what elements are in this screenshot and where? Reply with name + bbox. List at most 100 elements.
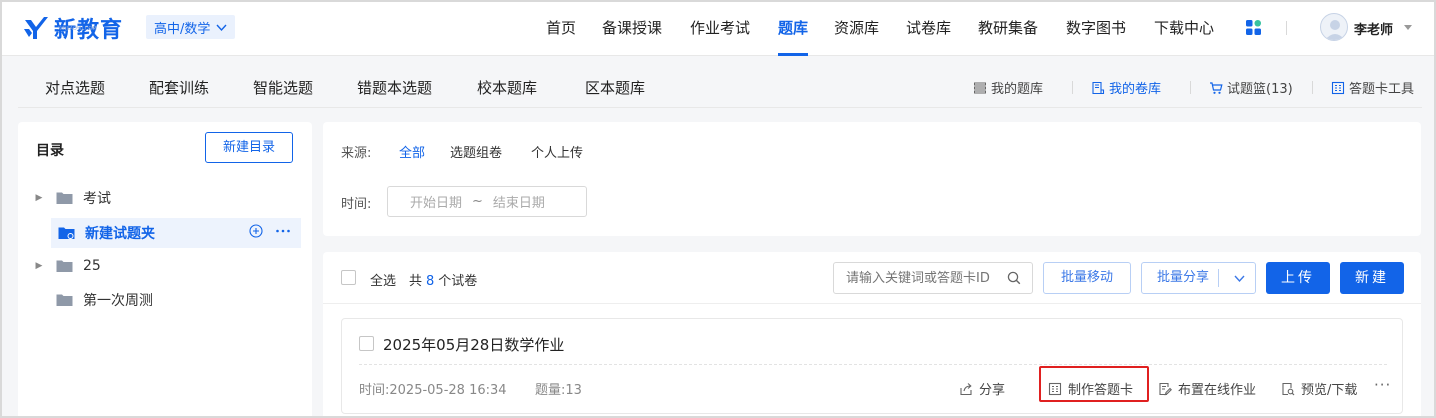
nav-download-center[interactable]: 下载中心 (1154, 0, 1214, 56)
list-toolbar: 全选 共8个试卷 批量移动 批量分享 上传 新建 (323, 252, 1421, 304)
tool-divider (1312, 81, 1313, 94)
paper-count: 共 8 个试卷 (409, 270, 477, 289)
tree-item-25[interactable]: ▶ 25 (30, 251, 300, 281)
tool-question-basket-label: 试题篮(13) (1227, 82, 1293, 97)
paper-time-value: 2025-05-28 16:34 (389, 383, 507, 398)
cart-icon (1210, 81, 1223, 94)
select-all-checkbox[interactable] (341, 270, 356, 285)
nav-question-bank[interactable]: 题库 (778, 0, 809, 56)
grade-subject-value: 高中/数学 (154, 21, 211, 37)
folder-icon (56, 260, 73, 272)
date-range-separator: ~ (472, 194, 483, 209)
chevron-down-icon (216, 24, 227, 31)
tool-my-question-bank-label: 我的题库 (991, 82, 1044, 97)
caret-right-icon[interactable]: ▶ (30, 261, 48, 271)
source-label: 来源: (341, 146, 372, 161)
header-divider (1286, 21, 1287, 35)
edit-document-icon (1159, 382, 1172, 395)
select-all-label[interactable]: 全选 (370, 270, 396, 289)
tree-item-label: 25 (83, 258, 101, 274)
paper-checkbox[interactable] (359, 336, 374, 351)
share-label: 分享 (979, 383, 1006, 398)
paper-time-label: 时间: (359, 383, 390, 398)
nav-home[interactable]: 首页 (546, 0, 576, 56)
subnav-school-bank[interactable]: 校本题库 (477, 77, 537, 98)
source-option-select-compose[interactable]: 选题组卷 (450, 142, 502, 161)
add-circle-icon[interactable] (249, 224, 263, 238)
nav-digital-books[interactable]: 数字图书 (1066, 0, 1126, 56)
caret-right-icon[interactable]: ▶ (30, 193, 48, 203)
question-bank-subnav: 对点选题 配套训练 智能选题 错题本选题 校本题库 区本题库 我的题库 我的卷库… (18, 66, 1422, 108)
upload-button[interactable]: 上传 (1266, 262, 1330, 294)
sidebar-title: 目录 (36, 143, 64, 159)
source-option-all[interactable]: 全部 (399, 142, 425, 161)
tool-divider (1072, 81, 1073, 94)
paper-icon (1092, 81, 1105, 94)
new-directory-button[interactable]: 新建目录 (205, 132, 293, 163)
preview-download-action[interactable]: 预览/下载 (1281, 379, 1357, 398)
top-header: 新教育 XINJIAOYU.COM 高中/数学 首页 备课授课 作业考试 题库 … (0, 0, 1436, 56)
brand-subtext: XINJIAOYU.COM (58, 26, 97, 32)
nav-homework-exam[interactable]: 作业考试 (690, 0, 750, 56)
batch-share-divider (1218, 269, 1219, 287)
paper-card: 2025年05月28日数学作业 时间:2025-05-28 16:34 题量:1… (341, 318, 1403, 414)
folder-icon (56, 294, 73, 306)
subnav-matching-training[interactable]: 配套训练 (149, 77, 209, 98)
time-label: 时间: (341, 197, 372, 212)
preview-download-label: 预览/下载 (1301, 383, 1358, 398)
logo-icon (24, 17, 48, 39)
subnav-mistake-book[interactable]: 错题本选题 (357, 77, 432, 98)
nav-lesson-prep[interactable]: 备课授课 (602, 0, 662, 56)
start-date-input[interactable]: 开始日期 (410, 192, 462, 211)
end-date-input[interactable]: 结束日期 (493, 192, 545, 211)
nav-teaching-research[interactable]: 教研集备 (978, 0, 1038, 56)
assign-online-homework-label: 布置在线作业 (1178, 383, 1257, 398)
tree-item-first-weekly-test[interactable]: 第一次周测 (30, 285, 300, 315)
tool-divider (1190, 81, 1191, 94)
paper-list-panel: 全选 共8个试卷 批量移动 批量分享 上传 新建 2025年05月28日数学作业… (323, 252, 1421, 418)
folder-icon (56, 192, 73, 204)
subnav-district-bank[interactable]: 区本题库 (585, 77, 645, 98)
count-suffix: 个试卷 (438, 274, 478, 289)
tool-my-question-bank[interactable]: 我的题库 (973, 78, 1043, 97)
tool-my-paper-bank[interactable]: 我的卷库 (1091, 78, 1161, 97)
user-name[interactable]: 李老师 (1354, 19, 1393, 38)
paper-question-count: 题量:13 (535, 379, 582, 398)
tree-item-label: 考试 (83, 191, 111, 207)
create-button[interactable]: 新建 (1340, 262, 1404, 294)
tree-item-exam[interactable]: ▶ 考试 (30, 183, 300, 213)
count-prefix: 共 (409, 274, 423, 289)
user-icon (1325, 20, 1345, 40)
nav-paper-bank[interactable]: 试卷库 (906, 0, 951, 56)
search-input[interactable] (833, 262, 1033, 294)
folder-open-icon (58, 227, 75, 239)
nav-resources[interactable]: 资源库 (834, 0, 879, 56)
grade-subject-select[interactable]: 高中/数学 (146, 15, 236, 39)
list-icon (974, 82, 986, 93)
subnav-point-select[interactable]: 对点选题 (45, 77, 105, 98)
more-horizontal-icon[interactable] (275, 224, 291, 238)
chevron-down-icon[interactable] (1234, 273, 1245, 284)
card-divider (359, 364, 1387, 365)
batch-share-label: 批量分享 (1157, 270, 1210, 285)
tree-item-new-folder[interactable]: 新建试题夹 (51, 218, 301, 248)
date-range-picker[interactable]: 开始日期 ~ 结束日期 (387, 186, 587, 217)
source-option-personal-upload[interactable]: 个人上传 (531, 142, 583, 161)
tool-answer-card[interactable]: 答题卡工具 (1331, 78, 1414, 97)
assign-online-homework-action[interactable]: 布置在线作业 (1158, 379, 1256, 398)
apps-grid-icon[interactable] (1245, 19, 1262, 36)
tool-my-paper-bank-label: 我的卷库 (1109, 82, 1162, 97)
more-actions-icon[interactable]: ··· (1374, 376, 1391, 394)
paper-title[interactable]: 2025年05月28日数学作业 (383, 334, 564, 355)
share-action[interactable]: 分享 (959, 379, 1005, 398)
count-number: 8 (426, 274, 435, 289)
batch-move-button[interactable]: 批量移动 (1043, 262, 1131, 294)
search-icon[interactable] (1007, 271, 1021, 285)
preview-document-icon (1282, 382, 1295, 395)
caret-down-icon[interactable] (1403, 22, 1413, 32)
subnav-smart-select[interactable]: 智能选题 (253, 77, 313, 98)
avatar[interactable] (1320, 13, 1348, 41)
directory-sidebar: 目录 新建目录 ▶ 考试 新建试题夹 ▶ 25 第一次周测 (18, 122, 312, 418)
tool-question-basket[interactable]: 试题篮(13) (1209, 78, 1293, 97)
tree-item-label: 第一次周测 (83, 293, 153, 309)
